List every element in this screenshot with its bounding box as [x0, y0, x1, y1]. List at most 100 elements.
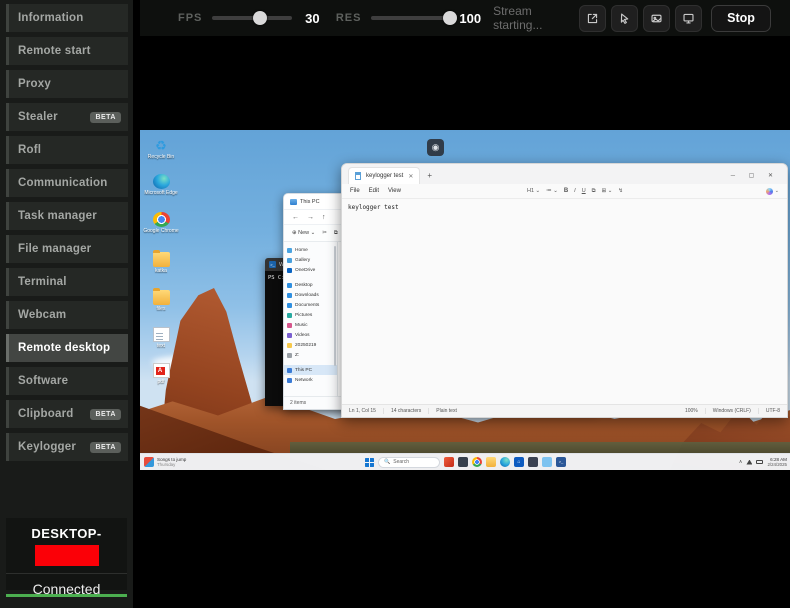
- new-tab-button[interactable]: +: [427, 171, 432, 180]
- taskbar-app-store[interactable]: ⌂: [514, 457, 524, 467]
- sidebar-item-task-manager[interactable]: Task manager: [6, 202, 128, 230]
- taskbar-center: 🔍 Search ⌂ >_: [365, 457, 566, 468]
- taskbar-app-file-explorer[interactable]: [486, 457, 496, 467]
- sidebar-item-clipboard[interactable]: ClipboardBETA: [6, 400, 128, 428]
- explorer-item-z-drive[interactable]: Z:: [284, 350, 337, 360]
- explorer-item-gallery[interactable]: Gallery: [284, 255, 337, 265]
- stop-button[interactable]: Stop: [711, 5, 771, 32]
- zoom-level[interactable]: 100%: [678, 408, 706, 414]
- beta-badge: BETA: [90, 442, 121, 453]
- widget-icon: [144, 457, 154, 467]
- taskbar-clock[interactable]: 6:28 AM 2/24/2025: [767, 457, 787, 467]
- explorer-item-network[interactable]: Network: [284, 375, 337, 385]
- italic-icon[interactable]: I: [574, 188, 576, 194]
- taskbar-app-camera[interactable]: [528, 457, 538, 467]
- sidebar-item-label: Software: [18, 375, 68, 387]
- pointer-control-button[interactable]: [611, 5, 638, 32]
- notepad-menubar: File Edit View H1 ⌄ ≔ ⌄ B I U ⧉ ⊞ ⌄ ↯: [342, 184, 787, 199]
- desktop-icon-folder-katka[interactable]: katka: [143, 250, 179, 274]
- screenshot-button[interactable]: [643, 5, 670, 32]
- explorer-item-videos[interactable]: Videos: [284, 330, 337, 340]
- explorer-item-label: 20250219: [295, 343, 316, 348]
- sidebar-item-keylogger[interactable]: KeyloggerBETA: [6, 433, 128, 461]
- notepad-window[interactable]: keylogger test ✕ + ─ ▢ ✕ File Edit View …: [341, 163, 788, 418]
- copilot-button[interactable]: ⌄: [766, 188, 779, 195]
- pictures-folder-icon: [287, 313, 292, 318]
- desktop-icon-folder[interactable]: files: [143, 288, 179, 312]
- link-icon[interactable]: ⧉: [592, 188, 596, 195]
- sidebar-item-information[interactable]: Information: [6, 4, 128, 32]
- taskbar-app-chrome[interactable]: [472, 457, 482, 467]
- forward-icon[interactable]: →: [307, 214, 314, 221]
- remote-desktop-screen[interactable]: ♻ Recycle Bin Microsoft Edge Google Chro…: [140, 130, 790, 470]
- lightning-icon[interactable]: ↯: [618, 188, 623, 194]
- sidebar-item-proxy[interactable]: Proxy: [6, 70, 128, 98]
- open-external-button[interactable]: [579, 5, 606, 32]
- list-dropdown[interactable]: ≔ ⌄: [546, 188, 558, 194]
- table-dropdown[interactable]: ⊞ ⌄: [602, 188, 613, 194]
- menu-file[interactable]: File: [350, 188, 360, 194]
- desktop-icon-pdf[interactable]: pdf: [143, 362, 179, 385]
- sidebar-item-terminal[interactable]: Terminal: [6, 268, 128, 296]
- taskbar-app-notepad[interactable]: [542, 457, 552, 467]
- explorer-item-desktop[interactable]: Desktop: [284, 280, 337, 290]
- remote-taskbar: Songs to jump Thursday 🔍 Search ⌂: [140, 453, 790, 470]
- battery-icon[interactable]: [756, 460, 763, 464]
- back-icon[interactable]: ←: [292, 214, 299, 221]
- res-slider-thumb[interactable]: [443, 11, 457, 25]
- up-icon[interactable]: ↑: [322, 214, 326, 221]
- notepad-window-controls[interactable]: ─ ▢ ✕: [731, 172, 781, 179]
- notepad-tab[interactable]: keylogger test ✕: [348, 167, 420, 184]
- fps-slider[interactable]: [212, 16, 292, 20]
- fps-slider-thumb[interactable]: [253, 11, 267, 25]
- explorer-item-this-pc[interactable]: This PC: [284, 365, 337, 375]
- desktop-icon-chrome[interactable]: Google Chrome: [143, 212, 179, 234]
- wifi-icon[interactable]: [746, 460, 752, 465]
- sidebar-item-stealer[interactable]: StealerBETA: [6, 103, 128, 131]
- bold-icon[interactable]: B: [564, 188, 568, 194]
- new-button[interactable]: ⊕ New ⌄: [292, 230, 315, 236]
- taskbar-search[interactable]: 🔍 Search: [378, 457, 440, 468]
- taskbar-app-phone-link[interactable]: [458, 457, 468, 467]
- sidebar-item-remote-start[interactable]: Remote start: [6, 37, 128, 65]
- remote-stream-viewport[interactable]: ♻ Recycle Bin Microsoft Edge Google Chro…: [140, 36, 790, 608]
- desktop-icon-document[interactable]: text: [143, 326, 179, 349]
- cursor-position: Ln 1, Col 15: [349, 408, 384, 414]
- sidebar-item-webcam[interactable]: Webcam: [6, 301, 128, 329]
- menu-edit[interactable]: Edit: [369, 188, 379, 194]
- tab-close-icon[interactable]: ✕: [408, 173, 413, 180]
- tray-expand-icon[interactable]: ∧: [739, 459, 743, 465]
- desktop-icon-recycle-bin[interactable]: ♻ Recycle Bin: [143, 138, 179, 160]
- sidebar-item-software[interactable]: Software: [6, 367, 128, 395]
- search-icon: 🔍: [384, 459, 390, 465]
- monitor-button[interactable]: [675, 5, 702, 32]
- explorer-scrollbar[interactable]: [334, 246, 336, 366]
- res-slider[interactable]: [371, 16, 449, 20]
- heading-dropdown[interactable]: H1 ⌄: [527, 188, 540, 194]
- copy-icon[interactable]: ⧉: [334, 230, 338, 237]
- menu-view[interactable]: View: [388, 188, 401, 194]
- sidebar-item-remote-desktop[interactable]: Remote desktop: [6, 334, 128, 362]
- taskbar-app-terminal[interactable]: >_: [556, 457, 566, 467]
- explorer-item-documents[interactable]: Documents: [284, 300, 337, 310]
- sidebar-item-label: Task manager: [18, 210, 97, 222]
- widgets-button[interactable]: Songs to jump Thursday: [140, 457, 290, 467]
- sidebar-item-file-manager[interactable]: File manager: [6, 235, 128, 263]
- explorer-item-downloads[interactable]: Downloads: [284, 290, 337, 300]
- taskbar-app-edge[interactable]: [500, 457, 510, 467]
- desktop-icon-edge[interactable]: Microsoft Edge: [143, 174, 179, 196]
- taskbar-app-red[interactable]: [444, 457, 454, 467]
- start-button[interactable]: [365, 458, 374, 467]
- explorer-item-home[interactable]: Home: [284, 245, 337, 255]
- sidebar-item-label: Proxy: [18, 78, 51, 90]
- explorer-item-onedrive[interactable]: OneDrive: [284, 265, 337, 275]
- client-host-panel: DESKTOP- Connected: [6, 518, 127, 590]
- sidebar-item-communication[interactable]: Communication: [6, 169, 128, 197]
- cut-icon[interactable]: ✂: [322, 230, 327, 236]
- explorer-item-dated-folder[interactable]: 20250219: [284, 340, 337, 350]
- underline-icon[interactable]: U: [582, 188, 586, 194]
- explorer-item-pictures[interactable]: Pictures: [284, 310, 337, 320]
- sidebar-item-rofl[interactable]: Rofl: [6, 136, 128, 164]
- explorer-item-music[interactable]: Music: [284, 320, 337, 330]
- notepad-editor[interactable]: keylogger test: [342, 199, 787, 404]
